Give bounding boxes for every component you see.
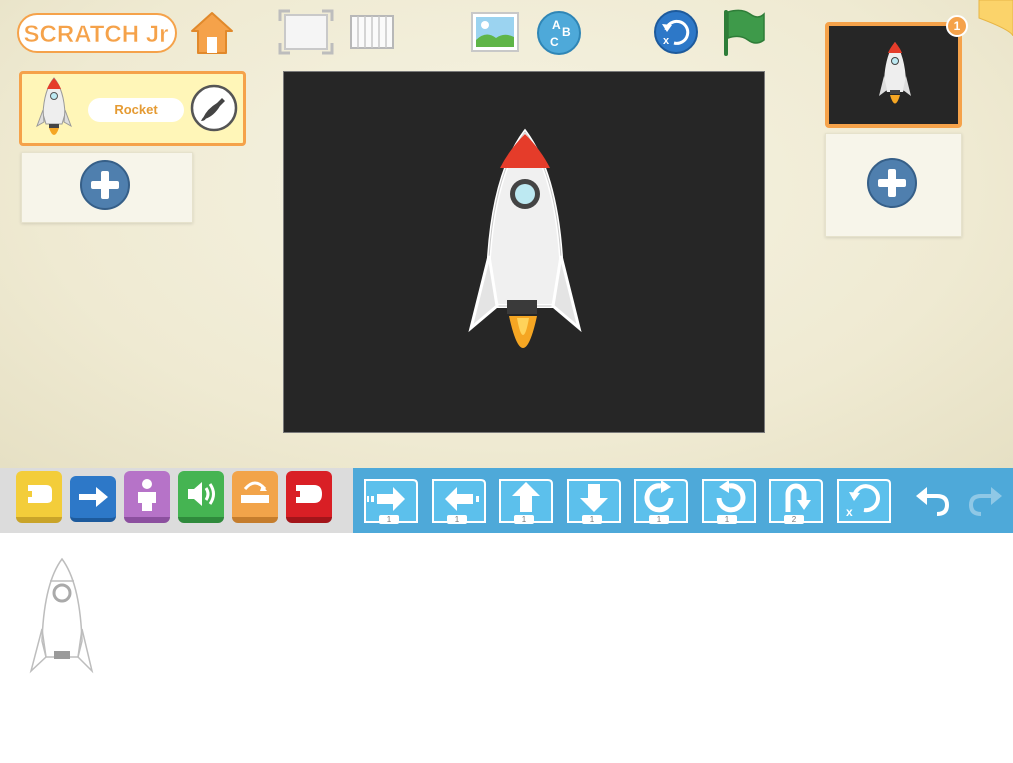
corner-tab[interactable] — [977, 0, 1013, 37]
scratchjr-logo: SCRATCH Jr — [16, 10, 180, 56]
category-triggering[interactable] — [16, 471, 62, 523]
redo-button[interactable] — [965, 482, 1005, 518]
arrow-right-icon — [79, 487, 108, 507]
paint-editor-button[interactable] — [189, 83, 239, 133]
logo-text: SCRATCH Jr — [24, 21, 169, 48]
plus-icon — [867, 158, 917, 208]
svg-text:A: A — [552, 18, 561, 32]
rocket-icon — [468, 128, 582, 348]
stage-sprite-rocket[interactable] — [467, 128, 583, 374]
rocket-icon — [36, 77, 72, 135]
svg-text:x: x — [846, 505, 853, 519]
corner-fold-icon — [978, 0, 1013, 37]
person-icon — [138, 479, 156, 511]
paint-brush-icon — [190, 84, 238, 132]
home-button[interactable] — [188, 9, 236, 57]
reset-icon: x — [654, 10, 698, 54]
add-text-button[interactable]: A B C — [534, 8, 584, 56]
workspace: SCRATCH Jr A B C x Rocket 1 — [0, 0, 1013, 468]
motion-blocks-bar: 1 1 1 1 1 1 2 x — [353, 468, 1013, 533]
sprite-card-rocket[interactable]: Rocket — [19, 71, 246, 146]
block-move-up[interactable]: 1 — [496, 472, 556, 528]
block-move-left[interactable]: 1 — [429, 472, 489, 528]
category-sound[interactable] — [178, 471, 224, 523]
block-turn-right[interactable]: 1 — [631, 472, 691, 528]
script-area-sprite-watermark — [28, 557, 94, 675]
category-looks[interactable] — [124, 471, 170, 523]
text-icon: A B C — [537, 11, 581, 55]
change-background-button[interactable] — [470, 10, 520, 54]
category-control[interactable] — [232, 471, 278, 523]
scratchjr-editor: SCRATCH Jr A B C x Rocket 1 1 1 1 1 1 1 … — [0, 0, 1013, 763]
page-thumbnail-1[interactable] — [825, 22, 962, 128]
sprite-thumbnail — [34, 76, 74, 140]
green-flag-icon — [724, 9, 765, 56]
block-parameter[interactable]: 1 — [717, 515, 737, 524]
block-move-right[interactable]: 1 — [361, 472, 421, 528]
block-parameter[interactable]: 1 — [649, 515, 669, 524]
category-motion[interactable] — [70, 476, 116, 522]
sprite-name-label[interactable]: Rocket — [88, 98, 184, 122]
control-icon — [241, 481, 269, 503]
undo-icon — [916, 487, 950, 516]
reset-characters-button[interactable]: x — [652, 8, 700, 56]
trigger-block-icon — [28, 485, 52, 503]
rocket-outline-icon — [29, 557, 94, 674]
block-move-down[interactable]: 1 — [564, 472, 624, 528]
undo-button[interactable] — [913, 482, 953, 518]
block-go-home[interactable]: x — [834, 472, 894, 528]
fullscreen-icon — [278, 9, 334, 55]
svg-text:C: C — [550, 35, 559, 49]
rocket-icon — [879, 42, 911, 104]
block-parameter[interactable]: 1 — [514, 515, 534, 524]
add-page-button[interactable] — [866, 157, 918, 209]
stage[interactable] — [283, 71, 765, 433]
page-number-badge: 1 — [946, 15, 968, 37]
add-sprite-button[interactable] — [79, 159, 131, 211]
block-parameter[interactable]: 1 — [379, 515, 399, 524]
grid-toggle-button[interactable] — [348, 12, 396, 52]
svg-text:B: B — [562, 25, 571, 39]
block-turn-left[interactable]: 1 — [699, 472, 759, 528]
speaker-icon — [188, 482, 215, 506]
block-hop[interactable]: 2 — [766, 472, 826, 528]
grid-icon — [350, 15, 394, 49]
page-thumbnail-rocket — [878, 40, 912, 110]
end-block-icon — [296, 485, 322, 503]
script-area[interactable] — [0, 533, 1013, 763]
plus-icon — [80, 160, 130, 210]
block-category-bar — [0, 468, 353, 533]
fullscreen-button[interactable] — [278, 9, 334, 55]
svg-text:x: x — [663, 35, 670, 47]
redo-icon — [968, 487, 1002, 516]
green-flag-button[interactable] — [720, 6, 768, 58]
block-parameter[interactable]: 2 — [784, 515, 804, 524]
category-end[interactable] — [286, 471, 332, 523]
block-parameter[interactable]: 1 — [582, 515, 602, 524]
home-icon — [191, 12, 233, 54]
go-home-block-icon: x — [837, 479, 891, 523]
block-parameter[interactable]: 1 — [447, 515, 467, 524]
background-icon — [471, 12, 519, 52]
